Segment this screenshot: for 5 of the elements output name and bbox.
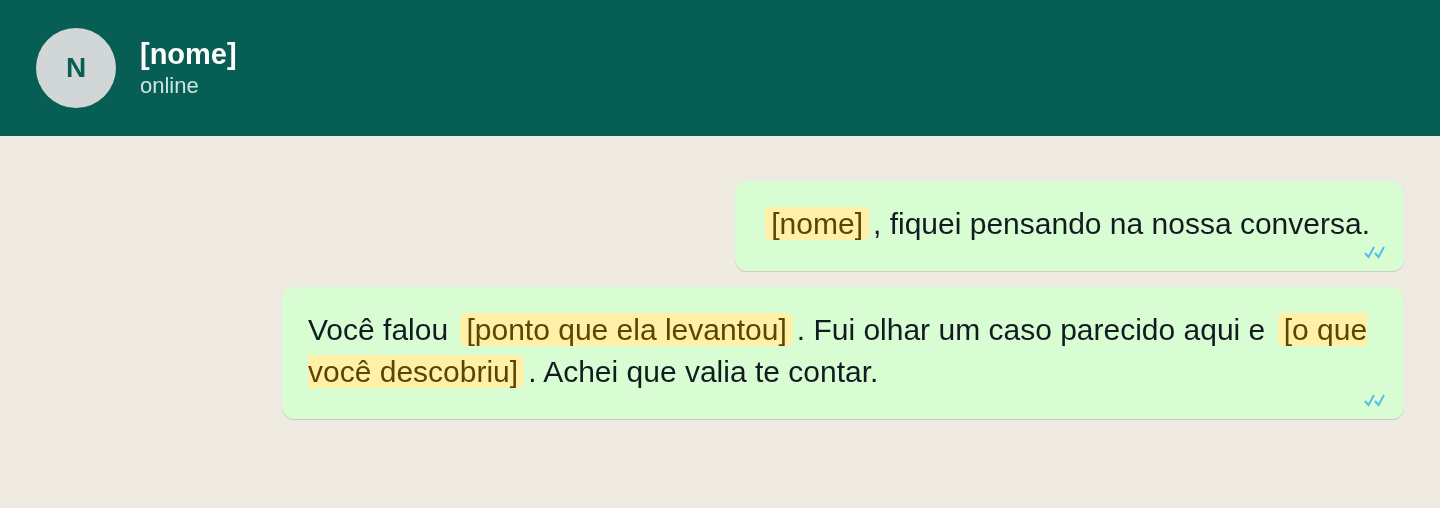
message-text: Você falou [ponto que ela levantou] . Fui olhar um caso parecido aqui e [o que você descobriu] . Achei que valia te contar. [308, 312, 1369, 390]
message-text: [nome] , fiquei pensando na nossa conversa. [761, 203, 1378, 245]
contact-name: [nome] [140, 37, 237, 73]
contact-status: online [140, 72, 200, 100]
avatar: N [36, 28, 116, 108]
